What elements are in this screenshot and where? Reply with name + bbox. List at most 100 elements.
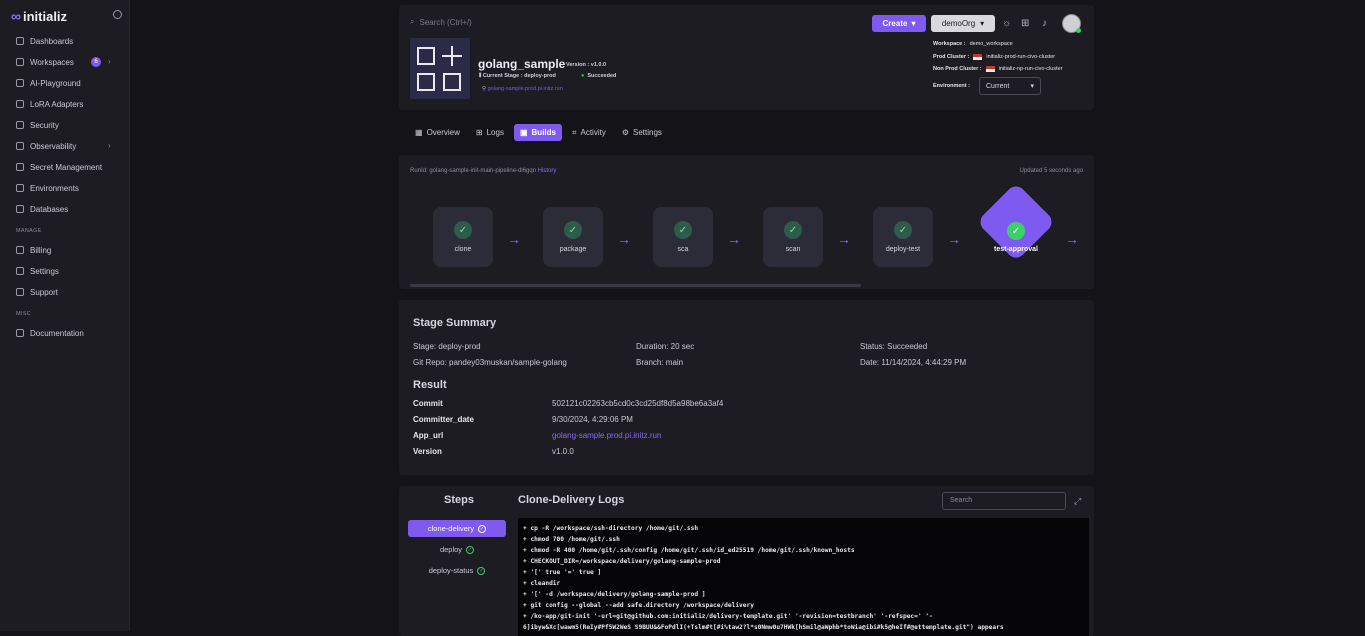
chevron-down-icon: ▾ bbox=[911, 19, 916, 28]
workspace-label: Workspace : bbox=[933, 41, 966, 47]
environment-label-text: Environment : bbox=[933, 83, 970, 89]
check-circle-icon: ✓ bbox=[478, 524, 487, 533]
sidebar-item-support[interactable]: Support bbox=[16, 286, 58, 298]
sidebar-item-label: Security bbox=[30, 120, 59, 130]
sidebar-item-label: AI-Playground bbox=[30, 78, 81, 88]
summary-status: Status: Succeeded bbox=[860, 342, 928, 351]
check-icon: ✓ bbox=[1007, 222, 1025, 240]
create-button[interactable]: Create ▾ bbox=[872, 15, 926, 32]
tab-activity[interactable]: ⌗ Activity bbox=[566, 124, 612, 141]
current-stage: ⫴ Current Stage : deploy-prod bbox=[479, 73, 556, 80]
sidebar-item-label: Databases bbox=[30, 204, 69, 214]
sidebar-item-settings[interactable]: Settings bbox=[16, 265, 59, 277]
sidebar-item-workspaces[interactable]: Workspaces bbox=[16, 56, 74, 68]
history-link[interactable]: History bbox=[538, 168, 557, 174]
org-selector[interactable]: demoOrg ▾ bbox=[931, 15, 995, 32]
collapse-sidebar-icon[interactable] bbox=[113, 10, 122, 19]
check-icon: ✓ bbox=[674, 221, 692, 239]
pipeline-panel: RunId: golang-sample-init-main-pipeline-… bbox=[399, 155, 1094, 289]
arrow-right-icon: → bbox=[617, 231, 631, 247]
sidebar-item-lora-adapters[interactable]: LoRA Adapters bbox=[16, 98, 83, 110]
telescope-icon bbox=[16, 142, 24, 150]
tab-label: Overview bbox=[426, 128, 460, 137]
app-status-text: Succeeded bbox=[587, 73, 617, 79]
apps-grid-icon[interactable]: ⊞ bbox=[1021, 18, 1029, 29]
step-label: clone-delivery bbox=[427, 524, 475, 533]
sidebar-item-documentation[interactable]: Documentation bbox=[16, 327, 84, 339]
sidebar-item-label: Documentation bbox=[30, 328, 84, 338]
check-circle-icon: ✓ bbox=[477, 566, 486, 575]
step-clone-delivery[interactable]: clone-delivery ✓ bbox=[408, 520, 506, 537]
avatar[interactable] bbox=[1062, 14, 1081, 33]
layers-icon bbox=[16, 100, 24, 108]
check-icon: ✓ bbox=[564, 221, 582, 239]
log-search-input[interactable]: Search bbox=[942, 492, 1066, 510]
bell-icon[interactable]: ♪ bbox=[1042, 18, 1047, 29]
tab-builds[interactable]: ▣ Builds bbox=[513, 124, 562, 141]
flag-icon bbox=[985, 66, 995, 72]
sidebar-item-secret-management[interactable]: Secret Management bbox=[16, 161, 102, 173]
sidebar-item-observability[interactable]: Observability bbox=[16, 140, 76, 152]
app-tile-icon bbox=[410, 38, 470, 99]
horizontal-scrollbar[interactable] bbox=[410, 284, 861, 287]
sidebar-item-billing[interactable]: Billing bbox=[16, 244, 51, 256]
tab-settings[interactable]: ⚙ Settings bbox=[616, 124, 668, 141]
gear-icon bbox=[16, 267, 24, 275]
sidebar-item-security[interactable]: Security bbox=[16, 119, 59, 131]
global-search[interactable]: ⌕ Search (Ctrl+/) bbox=[410, 17, 472, 27]
log-terminal[interactable]: + cp -R /workspace/ssh-directory /home/g… bbox=[518, 518, 1089, 636]
arrow-right-icon: → bbox=[1065, 231, 1079, 247]
prod-cluster-value: initializ-prod-run-civo-cluster bbox=[986, 54, 1056, 60]
run-id-text: RunId: golang-sample-init-main-pipeline-… bbox=[410, 168, 537, 174]
sidebar-item-ai-playground[interactable]: AI-Playground bbox=[16, 77, 81, 89]
logs-icon: ⊞ bbox=[475, 128, 483, 137]
pipeline-stage-clone[interactable]: ✓ clone bbox=[433, 207, 493, 267]
tab-label: Builds bbox=[531, 128, 556, 137]
step-deploy[interactable]: deploy ✓ bbox=[408, 541, 506, 558]
theme-toggle-icon[interactable]: ☼ bbox=[1002, 18, 1011, 29]
result-value: 9/30/2024, 4:29:06 PM bbox=[552, 415, 633, 424]
pipeline-stage-sca[interactable]: ✓ sca bbox=[653, 207, 713, 267]
builds-icon: ▣ bbox=[519, 128, 528, 137]
section-label-manage: MANAGE bbox=[16, 228, 42, 234]
app-name: golang_sample bbox=[478, 57, 566, 71]
brand-logo[interactable]: ∞ initializ bbox=[11, 8, 67, 24]
sidebar-item-label: Dashboards bbox=[30, 36, 74, 46]
tab-logs[interactable]: ⊞ Logs bbox=[470, 124, 510, 141]
step-deploy-status[interactable]: deploy-status ✓ bbox=[408, 562, 506, 579]
step-label: deploy bbox=[439, 545, 463, 554]
summary-duration: Duration: 20 sec bbox=[636, 342, 695, 351]
sidebar-item-databases[interactable]: Databases bbox=[16, 203, 68, 215]
environment-value: Current bbox=[986, 82, 1010, 90]
sidebar-item-environments[interactable]: Environments bbox=[16, 182, 79, 194]
log-line: + git config --global --add safe.directo… bbox=[523, 602, 754, 609]
log-line: + chmod -R 400 /home/git/.ssh/config /ho… bbox=[523, 547, 855, 554]
app-tabs: ▦ Overview ⊞ Logs ▣ Builds ⌗ Activity ⚙ Setti… bbox=[409, 124, 668, 141]
pipeline-stage-deploy-test[interactable]: ✓ deploy-test bbox=[873, 207, 933, 267]
database-icon bbox=[16, 205, 24, 213]
app-url-link[interactable]: ⚲ golang-sample.prod.pi.initz.run bbox=[482, 86, 563, 92]
stage-label: clone bbox=[454, 246, 472, 253]
app-url-result-link[interactable]: golang-sample.prod.pi.initz.run bbox=[552, 431, 661, 440]
tab-overview[interactable]: ▦ Overview bbox=[409, 124, 466, 141]
pipeline-stage-scan[interactable]: ✓ scan bbox=[763, 207, 823, 267]
steps-title: Steps bbox=[444, 494, 474, 506]
gear-icon: ⚙ bbox=[621, 128, 630, 137]
workspace-meta: Workspace : demo_workspace bbox=[933, 41, 1013, 47]
stage-label: sca bbox=[677, 246, 689, 253]
tab-label: Logs bbox=[486, 128, 504, 137]
flag-icon bbox=[973, 54, 983, 60]
summary-branch: Branch: main bbox=[636, 358, 684, 367]
expand-icon[interactable]: ⤢ bbox=[1074, 496, 1081, 507]
prod-cluster-meta: Prod Cluster : initializ-prod-run-civo-cl… bbox=[933, 54, 1055, 60]
search-icon: ⌕ bbox=[410, 17, 415, 26]
result-key: App_url bbox=[413, 431, 444, 440]
ai-icon bbox=[16, 79, 24, 87]
chevron-right-icon: › bbox=[108, 141, 111, 150]
sidebar-item-label: Support bbox=[30, 287, 59, 297]
pipeline-stage-package[interactable]: ✓ package bbox=[543, 207, 603, 267]
sidebar-item-dashboards[interactable]: Dashboards bbox=[16, 35, 73, 47]
environment-select[interactable]: Current ▾ bbox=[979, 77, 1041, 95]
workspace-icon bbox=[16, 58, 24, 66]
tab-label: Settings bbox=[633, 128, 662, 137]
